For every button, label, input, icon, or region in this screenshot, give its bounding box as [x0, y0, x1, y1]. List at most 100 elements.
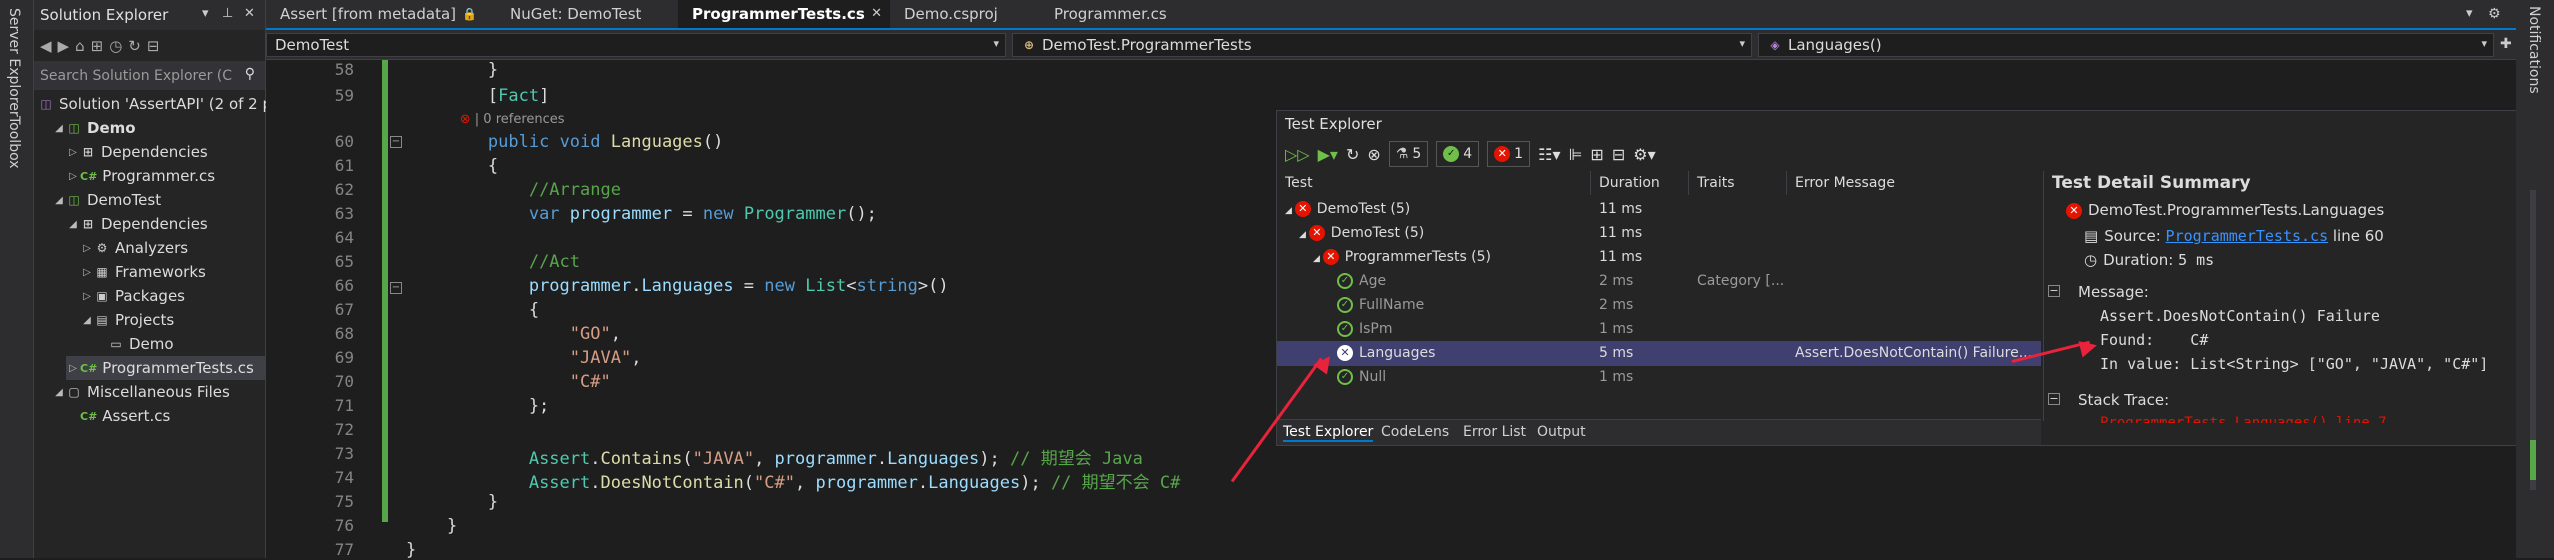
debug-icon[interactable]: ⊗ [1367, 145, 1380, 164]
tab-error-list[interactable]: Error List [1463, 424, 1526, 440]
test-row[interactable]: ✕ Languages 5 ms Assert.DoesNotContain() Fa… [1277, 341, 2041, 366]
codelens-indicator[interactable]: ⊗ | 0 references [406, 112, 565, 127]
solution-node[interactable]: ◫ Solution 'AssertAPI' (2 of 2 p [38, 92, 272, 116]
solution-tree-item[interactable]: ▭ Demo [94, 332, 173, 356]
collapse-message-icon[interactable]: − [2048, 285, 2060, 297]
solution-tree-item[interactable]: ▷ ⚙ Analyzers [80, 236, 188, 260]
clock-icon: ◷ [2084, 251, 2098, 269]
solution-tree-item[interactable]: ▷ C# Programmer.cs [66, 164, 215, 188]
test-row[interactable]: ✓ IsPm 1 ms [1277, 317, 2041, 342]
toolbox-tab[interactable]: Toolbox [6, 116, 22, 169]
expand-all-icon[interactable]: ⊞ [1590, 145, 1603, 164]
sync-icon[interactable]: ↻ [128, 37, 141, 55]
expand-arrow-icon[interactable]: ◢ [1299, 230, 1309, 240]
solution-tree-item[interactable]: ▷ ▦ Frameworks [80, 260, 206, 284]
history-icon[interactable]: ◷ [109, 37, 122, 55]
passed-tests-badge[interactable]: ✓ 4 [1436, 141, 1480, 167]
solution-tree-item[interactable]: ◢ ◫ Demo [52, 116, 135, 140]
home-icon[interactable]: ⌂ [75, 37, 85, 55]
source-link[interactable]: ProgrammerTests.cs [2166, 227, 2329, 245]
solution-tree-item[interactable]: ◢ ⊞ Dependencies [66, 212, 208, 236]
stack-trace-partial[interactable]: ProgrammerTests.Languages() line 7 [2100, 415, 2387, 423]
fail-icon: ✕ [1322, 249, 1339, 265]
expand-arrow-icon[interactable]: ▷ [80, 267, 94, 278]
expand-arrow-icon[interactable]: ◢ [1313, 254, 1323, 264]
expand-arrow-icon[interactable]: ▷ [80, 291, 94, 302]
switch-views-icon[interactable]: ⊞ [91, 37, 104, 55]
solution-explorer-search-input[interactable]: Search Solution Explorer (C ⚲ [34, 62, 265, 90]
failed-tests-badge[interactable]: ✕ 1 [1487, 141, 1531, 167]
run-all-icon[interactable]: ▷▷ [1285, 145, 1310, 164]
tab-assert-metadata[interactable]: Assert [from metadata] 🔒 [266, 0, 496, 28]
solution-tree-item[interactable]: ▷ ⊞ Dependencies [66, 140, 208, 164]
collapse-stack-icon[interactable]: − [2048, 393, 2060, 405]
dropdown-icon[interactable]: ▾ [202, 6, 209, 21]
pin-icon[interactable]: ⊥ [222, 6, 233, 21]
column-header-error[interactable]: Error Message [1795, 171, 2039, 195]
tab-codelens[interactable]: CodeLens [1381, 424, 1449, 440]
expand-arrow-icon[interactable]: ◢ [52, 123, 66, 134]
test-row[interactable]: ✓ Null 1 ms [1277, 365, 2041, 390]
tab-programmertests[interactable]: ProgrammerTests.cs ✕ [678, 0, 890, 28]
test-row[interactable]: ◢ ✕ DemoTest (5) 11 ms [1277, 221, 2041, 246]
test-row[interactable]: ◢ ✕ ProgrammerTests (5) 11 ms [1277, 245, 2041, 270]
run-icon[interactable]: ▶▾ [1318, 145, 1338, 164]
expand-arrow-icon[interactable]: ◢ [66, 219, 80, 230]
group-icon[interactable]: ⊫ [1568, 145, 1582, 164]
repeat-run-icon[interactable]: ↻ [1346, 145, 1359, 164]
test-row[interactable]: ✓ Age 2 ms Category [... [1277, 269, 2041, 294]
pass-icon: ✓ [1337, 273, 1353, 289]
solution-tree-item[interactable]: ▷ ▣ Packages [80, 284, 185, 308]
close-tab-icon[interactable]: ✕ [871, 6, 882, 21]
column-header-traits[interactable]: Traits [1697, 171, 1787, 195]
expand-arrow-icon[interactable]: ◢ [52, 387, 66, 398]
solution-tree-item[interactable]: ◢ ▤ Projects [80, 308, 174, 332]
settings-icon[interactable]: ⚙▾ [1633, 145, 1655, 164]
test-row[interactable]: ✓ FullName 2 ms [1277, 293, 2041, 318]
member-dropdown[interactable]: ◈ Languages() ▾ [1758, 33, 2494, 57]
expand-arrow-icon[interactable]: ◢ [1285, 206, 1295, 216]
class-dropdown[interactable]: ⊕ DemoTest.ProgrammerTests ▾ [1012, 33, 1752, 57]
expand-arrow-icon[interactable]: ◢ [80, 315, 94, 326]
expand-arrow-icon[interactable]: ◢ [52, 195, 66, 206]
expand-arrow-icon[interactable]: ▷ [80, 243, 94, 254]
solution-tree-item[interactable]: C# Assert.cs [66, 404, 170, 428]
back-icon[interactable]: ◀ [40, 37, 52, 55]
solution-tree-item[interactable]: ◢ ▢ Miscellaneous Files [52, 380, 230, 404]
tab-demo-csproj[interactable]: Demo.csproj [890, 0, 1040, 28]
search-icon[interactable]: ⚲ [245, 66, 255, 82]
tab-overflow-icon[interactable]: ▾ [2466, 6, 2473, 21]
project-dropdown[interactable]: DemoTest ▾ [266, 33, 1006, 57]
settings-icon[interactable]: ⚙ [2488, 6, 2501, 22]
solution-tree-item[interactable]: ◢ ◫ DemoTest [52, 188, 161, 212]
server-explorer-tab[interactable]: Server Explorer [6, 8, 22, 117]
notifications-tab[interactable]: Notifications [2526, 6, 2542, 94]
analyzer-icon: ⚙ [96, 241, 108, 255]
playlist-icon[interactable]: ☷▾ [1538, 145, 1560, 164]
forward-icon[interactable]: ▶ [58, 37, 70, 55]
test-row[interactable]: ◢ ✕ DemoTest (5) 11 ms [1277, 197, 2041, 222]
line-number: 75 [334, 492, 354, 511]
collapse-all-icon[interactable]: ⊟ [1612, 145, 1625, 164]
tab-programmer-cs[interactable]: Programmer.cs [1040, 0, 1220, 28]
fold-toggle-icon[interactable]: − [390, 136, 402, 148]
line-number: 66 [334, 276, 354, 295]
collapse-icon[interactable]: ⊟ [147, 37, 160, 55]
tab-output[interactable]: Output [1537, 424, 1586, 440]
total-tests-badge[interactable]: ⚗ 5 [1388, 141, 1429, 167]
expand-arrow-icon[interactable]: ▷ [66, 147, 80, 158]
column-header-test[interactable]: Test [1285, 171, 1591, 195]
folder-icon: ▢ [68, 385, 80, 399]
fold-toggle-icon[interactable]: − [390, 282, 402, 294]
spacer[interactable]: ▷ [66, 171, 80, 182]
code-line: { [406, 300, 540, 320]
close-icon[interactable]: ✕ [244, 6, 255, 21]
column-header-duration[interactable]: Duration [1599, 171, 1689, 195]
code-line: //Arrange [528, 180, 621, 200]
tab-test-explorer[interactable]: Test Explorer [1283, 424, 1374, 442]
split-icon[interactable]: ✚ [2500, 36, 2512, 52]
expand-arrow-icon[interactable]: ▷ [66, 363, 80, 374]
solution-tree-item[interactable]: ▷ C# ProgrammerTests.cs [66, 356, 266, 380]
test-name-cell: ◢ ✕ ProgrammerTests (5) [1313, 249, 1492, 265]
tab-nuget-demotest[interactable]: NuGet: DemoTest [496, 0, 678, 28]
